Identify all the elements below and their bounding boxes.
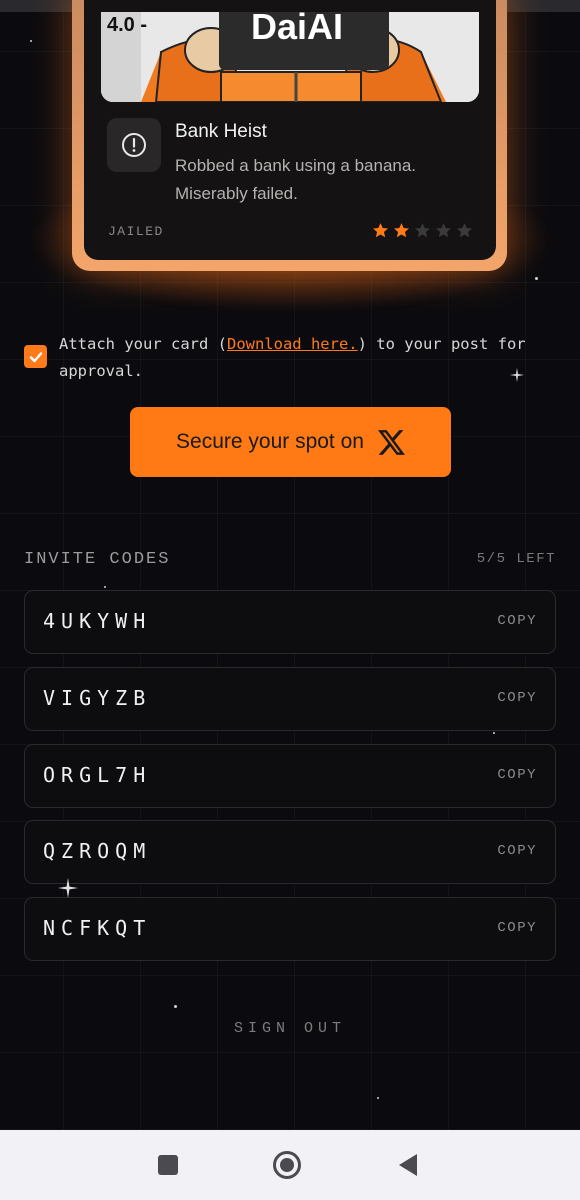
alert-circle-icon [122, 133, 146, 157]
mugshot-height-marker: 4.0 - [107, 14, 148, 36]
copy-button[interactable]: COPY [497, 613, 537, 629]
attach-text-before: Attach your card ( [59, 335, 227, 353]
sparkle-dot [377, 1097, 379, 1099]
crime-description: Robbed a bank using a banana. Miserably … [175, 156, 417, 203]
copy-button[interactable]: COPY [497, 843, 537, 859]
crime-icon-container [107, 118, 161, 172]
sign-out-link[interactable]: SIGN OUT [0, 1020, 580, 1037]
rating-stars [372, 222, 473, 239]
checkmark-icon [29, 351, 42, 362]
invite-code: QZROQM [43, 839, 152, 863]
invite-code-row: ORGL7H COPY [24, 744, 556, 808]
sparkle-dot [174, 1005, 177, 1008]
attach-card-instructions: Attach your card (Download here.) to you… [59, 331, 559, 385]
triangle-back-icon[interactable] [397, 1153, 419, 1177]
invite-codes-remaining: 5/5 LEFT [476, 551, 556, 567]
invite-code-row: VIGYZB COPY [24, 667, 556, 731]
square-recents-icon[interactable] [157, 1154, 179, 1176]
invite-code-row: 4UKYWH COPY [24, 590, 556, 654]
star-filled-icon [394, 223, 409, 238]
star-filled-icon [373, 223, 388, 238]
star-empty-icon [415, 223, 430, 238]
sparkle-dot [30, 40, 32, 42]
cta-label: Secure your spot on [176, 430, 364, 453]
circle-home-icon[interactable] [272, 1150, 302, 1180]
crime-title: Bank Heist [175, 121, 267, 142]
invite-code: ORGL7H [43, 763, 152, 787]
star-empty-icon [457, 223, 472, 238]
star-empty-icon [436, 223, 451, 238]
invite-code-row: NCFKQT COPY [24, 897, 556, 961]
x-logo-icon [377, 429, 405, 455]
status-label: JAILED [108, 224, 164, 239]
system-navigation-bar [0, 1130, 580, 1200]
invite-codes-heading: INVITE CODES [24, 550, 171, 569]
invite-code-row: QZROQM COPY [24, 820, 556, 884]
copy-button[interactable]: COPY [497, 767, 537, 783]
download-card-link[interactable]: Download here. [227, 335, 358, 353]
sparkle-icon [510, 368, 524, 382]
attach-card-checkbox[interactable] [24, 345, 47, 368]
mugshot-sign-text: DaiAI [251, 12, 344, 47]
invite-code: NCFKQT [43, 916, 152, 940]
secure-spot-on-x-button[interactable]: Secure your spot on [130, 407, 451, 477]
copy-button[interactable]: COPY [497, 920, 537, 936]
invite-code: VIGYZB [43, 686, 152, 710]
sparkle-icon [58, 878, 78, 898]
invite-code: 4UKYWH [43, 609, 152, 633]
mugshot-image: 4.0 - DaiAI [101, 12, 479, 102]
sparkle-dot [493, 732, 495, 734]
sparkle-dot [104, 586, 106, 588]
copy-button[interactable]: COPY [497, 690, 537, 706]
sparkle-dot [535, 277, 538, 280]
